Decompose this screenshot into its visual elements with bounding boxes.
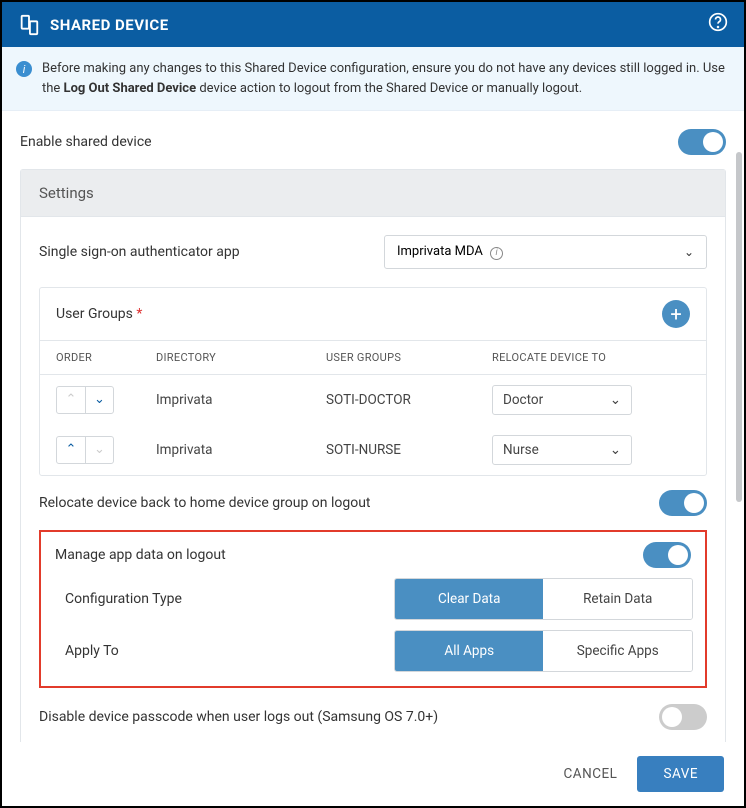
relocate-back-label: Relocate device back to home device grou… [39,495,371,511]
col-directory: DIRECTORY [156,351,326,364]
settings-title: Settings [21,170,725,217]
row-group: SOTI-NURSE [326,442,492,458]
move-up-button[interactable]: ⌃ [57,437,85,463]
shared-device-dialog: SHARED DEVICE i Before making any change… [0,0,746,808]
disable-passcode-toggle[interactable] [659,704,707,730]
config-type-label: Configuration Type [65,591,394,607]
manage-data-row: Manage app data on logout [53,542,693,568]
sso-value: Imprivata MDA [397,244,483,259]
move-down-button[interactable]: ⌄ [85,437,113,463]
relocate-back-row: Relocate device back to home device grou… [39,490,707,516]
disable-passcode-label: Disable device passcode when user logs o… [39,709,438,725]
manage-data-toggle[interactable] [643,542,691,568]
apply-to-row: Apply To All Apps Specific Apps [53,630,693,672]
col-user-groups: USER GROUPS [326,351,492,364]
table-header: ORDER DIRECTORY USER GROUPS RELOCATE DEV… [40,341,706,375]
enable-toggle[interactable] [678,129,726,155]
shared-device-icon [18,14,40,36]
manage-app-data-section: Manage app data on logout Configuration … [39,530,707,688]
config-type-segmented: Clear Data Retain Data [394,578,693,620]
table-row: ⌃ ⌄ Imprivata SOTI-DOCTOR Doctor ⌄ [40,375,706,425]
chevron-down-icon: ⌄ [610,392,621,408]
info-banner: i Before making any changes to this Shar… [2,47,744,111]
relocate-select[interactable]: Nurse ⌄ [492,435,632,465]
row-directory: Imprivata [156,442,326,458]
info-text: Before making any changes to this Shared… [42,59,730,98]
relocate-value: Doctor [503,392,543,408]
row-directory: Imprivata [156,392,326,408]
manage-data-label: Manage app data on logout [55,547,226,563]
dialog-footer: CANCEL SAVE [2,742,744,806]
dialog-header: SHARED DEVICE [2,2,744,47]
order-control: ⌃ ⌄ [56,436,114,464]
chevron-down-icon: ⌄ [684,245,694,259]
clear-data-option[interactable]: Clear Data [395,579,544,619]
chevron-down-icon: ⌄ [610,442,621,458]
cancel-button[interactable]: CANCEL [564,766,618,782]
info-circle-icon: i [490,247,503,260]
apply-to-label: Apply To [65,643,394,659]
enable-shared-device-row: Enable shared device [20,129,726,155]
user-groups-header: User Groups * + [40,288,706,341]
table-row: ⌃ ⌄ Imprivata SOTI-NURSE Nurse ⌄ [40,425,706,475]
row-group: SOTI-DOCTOR [326,392,492,408]
relocate-value: Nurse [503,442,539,458]
scrollbar-thumb[interactable] [736,152,742,502]
add-user-group-button[interactable]: + [662,300,690,328]
retain-data-option[interactable]: Retain Data [543,579,692,619]
col-relocate: RELOCATE DEVICE TO [492,351,690,364]
config-type-row: Configuration Type Clear Data Retain Dat… [53,578,693,620]
specific-apps-option[interactable]: Specific Apps [543,631,692,671]
move-up-button[interactable]: ⌃ [57,387,85,413]
user-groups-panel: User Groups * + ORDER DIRECTORY USER GRO… [39,287,707,476]
dialog-title: SHARED DEVICE [50,16,698,34]
user-groups-title: User Groups [56,306,133,322]
enable-label: Enable shared device [20,134,152,150]
sso-row: Single sign-on authenticator app Impriva… [39,235,707,269]
disable-passcode-row: Disable device passcode when user logs o… [39,704,707,730]
sso-label: Single sign-on authenticator app [39,244,384,260]
content-area: Enable shared device Settings Single sig… [2,111,744,806]
sso-select[interactable]: Imprivata MDA i ⌄ [384,235,707,269]
relocate-back-toggle[interactable] [659,490,707,516]
settings-panel: Settings Single sign-on authenticator ap… [20,169,726,749]
settings-body: Single sign-on authenticator app Impriva… [21,217,725,748]
info-icon: i [16,61,32,77]
relocate-select[interactable]: Doctor ⌄ [492,385,632,415]
col-order: ORDER [56,351,156,364]
move-down-button[interactable]: ⌄ [85,387,113,413]
required-marker: * [136,306,142,322]
all-apps-option[interactable]: All Apps [395,631,544,671]
order-control: ⌃ ⌄ [56,386,114,414]
help-icon[interactable] [708,12,728,37]
save-button[interactable]: SAVE [637,756,724,792]
apply-to-segmented: All Apps Specific Apps [394,630,693,672]
